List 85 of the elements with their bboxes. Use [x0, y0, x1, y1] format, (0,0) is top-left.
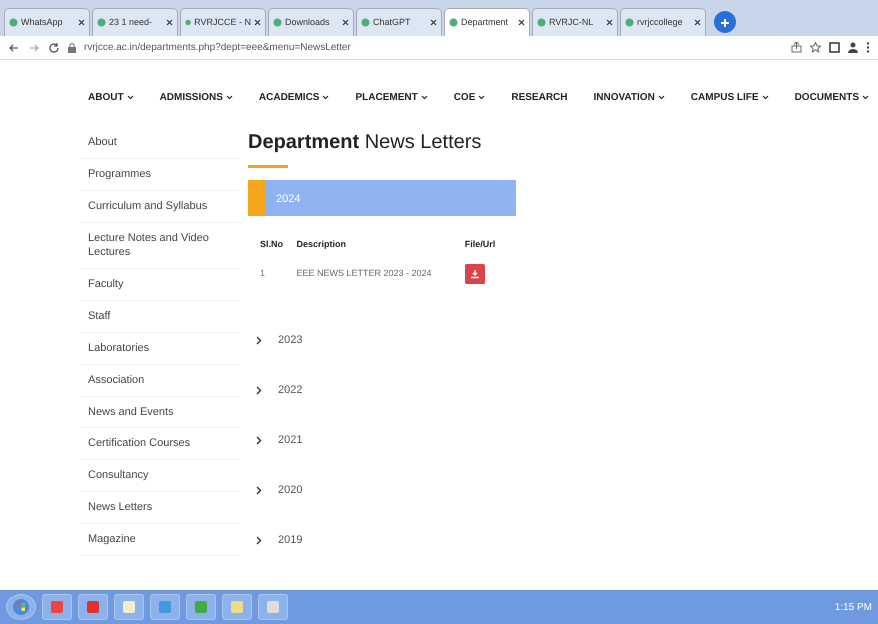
table-cell-text: EEE NEWS LETTER 2023 - 2024 [295, 266, 433, 280]
browser-tab[interactable]: ChatGPT [356, 8, 442, 36]
browser-tab[interactable]: Downloads [268, 8, 354, 36]
app-icon [50, 600, 64, 614]
nav-link[interactable]: INNOVATION [594, 90, 665, 105]
sidebar-link[interactable]: Magazine [80, 524, 240, 556]
sidebar-link[interactable]: Staff [80, 301, 240, 333]
sidebar-link[interactable]: News Letters [80, 492, 240, 524]
download-button[interactable] [464, 264, 485, 284]
nav-link[interactable]: CAMPUS LIFE [690, 90, 769, 105]
share-icon[interactable] [791, 42, 802, 53]
clock-text: 1:15 PM [834, 600, 872, 614]
sidebar-link[interactable]: Lecture Notes and Video Lectures [80, 222, 240, 270]
sidebar-link[interactable]: Laboratories [80, 332, 240, 365]
nav-link[interactable]: PLACEMENT [355, 90, 428, 105]
browser-tab[interactable]: 23 1 need- [92, 8, 178, 36]
sidebar-link[interactable]: Programmes [80, 158, 240, 191]
favicon-icon [537, 18, 546, 27]
sidebar-link[interactable]: Certification Courses [80, 428, 240, 460]
column-header: Description [295, 238, 347, 251]
sidebar-link[interactable]: About [80, 127, 240, 159]
windows-logo-icon [12, 598, 30, 616]
nav-link[interactable]: ADMISSIONS [160, 90, 233, 105]
profile-icon[interactable] [848, 42, 858, 53]
accordion-header[interactable]: 2020 [248, 466, 516, 516]
tab-title: rvrjccollege [637, 16, 684, 29]
tab-title: Department [461, 16, 510, 29]
app-icon [266, 600, 280, 614]
app-icon [230, 600, 244, 614]
app-icon [194, 600, 208, 614]
accordion-header[interactable]: 2019 [248, 516, 516, 566]
sidebar-link[interactable]: Faculty [80, 269, 240, 302]
menu-icon[interactable] [866, 42, 870, 53]
nav-link[interactable]: RESEARCH [511, 90, 568, 105]
sidebar-icon[interactable] [829, 42, 840, 53]
app-icon [86, 600, 100, 614]
sidebar-link[interactable]: Association [80, 364, 240, 397]
favicon-icon [273, 18, 282, 27]
chevron-icon [256, 536, 262, 545]
table-cell-text: 1 [259, 266, 266, 280]
column-header: Sl.No [259, 238, 284, 251]
nav-link[interactable]: ABOUT [88, 90, 134, 105]
new-tab-button[interactable] [714, 11, 736, 33]
chevron-icon [256, 486, 262, 495]
chevron-icon [256, 436, 262, 445]
chevron-icon [256, 386, 262, 395]
sidebar-link[interactable]: Consultancy [80, 460, 240, 492]
star-icon[interactable] [810, 42, 821, 53]
tab-title: Downloads [285, 16, 331, 29]
browser-tab[interactable]: RVRJC-NL [532, 8, 618, 36]
browser-tab[interactable]: Department [444, 8, 530, 36]
app-icon [122, 600, 136, 614]
address-field[interactable]: rvrjcce.ac.in/departments.php?dept=eee&menu=NewsLetter [84, 40, 783, 55]
nav-link[interactable]: DOCUMENTS [794, 90, 870, 105]
nav-link[interactable]: COE [454, 90, 486, 105]
favicon-icon [185, 18, 192, 27]
favicon-icon [9, 18, 18, 27]
column-header: File/Url [464, 238, 496, 251]
reload-icon[interactable] [48, 42, 60, 54]
browser-tab[interactable]: RVRJCCE - N [180, 8, 266, 36]
app-icon [158, 600, 172, 614]
sidebar-link[interactable]: News and Events [80, 396, 240, 428]
favicon-icon [625, 18, 634, 27]
accordion-header[interactable]: 2022 [248, 366, 516, 416]
download-icon [470, 268, 480, 278]
tab-title: WhatsApp [21, 16, 64, 29]
accordion-header[interactable]: 2021 [248, 416, 516, 466]
lock-icon [68, 42, 76, 52]
favicon-icon [361, 18, 370, 27]
back-icon[interactable] [8, 42, 20, 54]
sidebar-link[interactable]: Curriculum and Syllabus [80, 190, 240, 223]
page-title: Department News Letters [248, 130, 482, 155]
favicon-icon [97, 18, 106, 27]
chevron-icon [256, 336, 262, 345]
browser-tab[interactable]: WhatsApp [4, 8, 90, 36]
tab-title: ChatGPT [373, 16, 412, 29]
favicon-icon [449, 18, 458, 27]
tab-title: RVRJCCE - N [194, 16, 251, 29]
start-button[interactable] [6, 594, 36, 620]
browser-tab[interactable]: rvrjccollege [620, 8, 706, 36]
accordion-header[interactable]: 2023 [248, 316, 516, 366]
nav-link[interactable]: ACADEMICS [258, 90, 330, 105]
tab-title: 23 1 need- [109, 16, 154, 29]
tab-title: RVRJC-NL [549, 16, 594, 29]
plus-icon [720, 18, 730, 28]
